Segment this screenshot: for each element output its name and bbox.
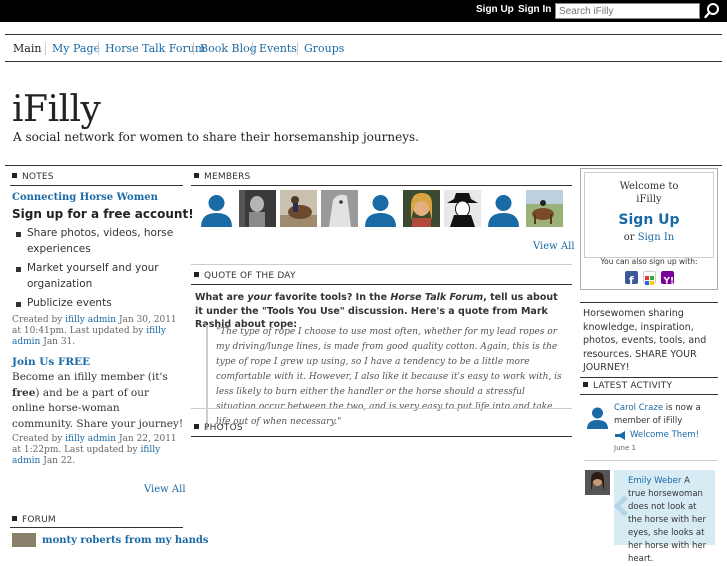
members-heading: MEMBERS: [194, 172, 250, 182]
welcome-signin-line: or Sign In: [623, 232, 675, 243]
signup-heading: Sign up for a free account!: [12, 207, 194, 221]
author-link[interactable]: ifilly admin: [65, 434, 116, 444]
divider: [191, 408, 572, 409]
network-tagline: Horsewomen sharing knowledge, inspiratio…: [583, 308, 707, 373]
divider: [580, 302, 718, 303]
member-avatar[interactable]: [198, 190, 235, 227]
welcome-text: Welcome to: [619, 181, 679, 192]
note-title[interactable]: Connecting Horse Women: [12, 192, 158, 203]
activity-date: June 1: [614, 444, 636, 452]
nav-events[interactable]: Events: [252, 42, 303, 55]
member-avatar[interactable]: [321, 190, 358, 227]
note-meta: Created by ifilly admin Jan 22, 2011 at …: [12, 434, 177, 466]
quote-body: "The type of rope I choose to use most o…: [206, 325, 562, 430]
member-avatar[interactable]: [526, 190, 563, 227]
divider: [191, 264, 572, 265]
signup-with-text: You can also sign up with:: [600, 257, 698, 266]
activity-heading: LATEST ACTIVITY: [583, 381, 672, 391]
notes-view-all-link[interactable]: View All: [144, 484, 186, 495]
list-item: Market yourself and your organization: [14, 261, 184, 292]
welcome-network-name: iFilly: [636, 194, 662, 205]
member-avatar[interactable]: [362, 190, 399, 227]
google-icon[interactable]: [643, 271, 656, 285]
site-description: A social network for women to share thei…: [13, 130, 419, 144]
quote-heading: QUOTE OF THE DAY: [194, 271, 296, 281]
site-title: iFilly: [12, 89, 101, 130]
activity-rule: [580, 394, 718, 395]
quote-mark-icon: [614, 495, 628, 517]
quote-rule: [191, 284, 572, 285]
welcome-them-link[interactable]: Welcome Them!: [630, 430, 699, 440]
search-icon[interactable]: [703, 2, 721, 20]
welcome-box: Welcome to iFilly Sign Up or Sign In You…: [580, 168, 718, 290]
member-avatar[interactable]: [280, 190, 317, 227]
yahoo-icon[interactable]: Y!: [661, 271, 675, 287]
welcome-signup-link[interactable]: Sign Up: [581, 212, 717, 228]
photos-rule: [191, 436, 572, 437]
activity-member-link[interactable]: Carol Craze: [614, 403, 663, 413]
members-rule: [191, 185, 572, 186]
forum-rule: [10, 527, 183, 528]
member-avatar[interactable]: [403, 190, 440, 227]
members-view-all-link[interactable]: View All: [533, 241, 575, 252]
search-input[interactable]: [555, 3, 700, 19]
notes-heading: NOTES: [12, 172, 54, 182]
list-item: Publicize events: [14, 296, 184, 312]
list-item: Share photos, videos, horse experiences: [14, 226, 184, 257]
join-title[interactable]: Join Us FREE: [12, 356, 90, 368]
divider: [584, 460, 718, 461]
megaphone-icon: [615, 431, 625, 440]
top-bar: Sign Up Sign In: [0, 0, 727, 22]
notes-rule: [10, 185, 183, 186]
divider: [580, 377, 718, 378]
nav-main[interactable]: Main: [7, 42, 47, 55]
forum-heading: FORUM: [12, 515, 56, 525]
author-link[interactable]: ifilly admin: [65, 315, 116, 325]
member-avatar[interactable]: [239, 190, 276, 227]
member-avatar[interactable]: [585, 404, 610, 429]
facebook-icon[interactable]: f: [625, 271, 638, 287]
forum-item-link[interactable]: monty roberts from my hands: [42, 535, 209, 546]
activity-item: Carol Craze is now a member of iFilly: [614, 403, 701, 426]
main-nav: Main My Page Horse Talk Forum Book Blog …: [5, 34, 722, 62]
svg-text:Y!: Y!: [663, 277, 675, 287]
topbar-signup-link[interactable]: Sign Up: [476, 4, 514, 15]
photos-heading: PHOTOS: [194, 423, 243, 433]
join-body: Become an ifilly member (it's free) and …: [12, 371, 184, 430]
member-avatar[interactable]: [585, 470, 610, 495]
member-avatar[interactable]: [444, 190, 481, 227]
svg-text:f: f: [629, 274, 634, 286]
nav-my-page[interactable]: My Page: [45, 42, 106, 55]
member-avatar[interactable]: [485, 190, 522, 227]
welcome-signin-link[interactable]: Sign In: [638, 232, 674, 243]
note-meta: Created by ifilly admin Jan 30, 2011 at …: [12, 315, 177, 347]
header-divider: [5, 165, 722, 166]
nav-groups[interactable]: Groups: [297, 42, 350, 55]
topbar-signin-link[interactable]: Sign In: [518, 4, 551, 15]
feature-list: Share photos, videos, horse experiences …: [14, 226, 184, 316]
activity-item: Emily Weber A true horsewoman does not l…: [628, 476, 707, 564]
activity-member-link[interactable]: Emily Weber: [628, 476, 681, 486]
